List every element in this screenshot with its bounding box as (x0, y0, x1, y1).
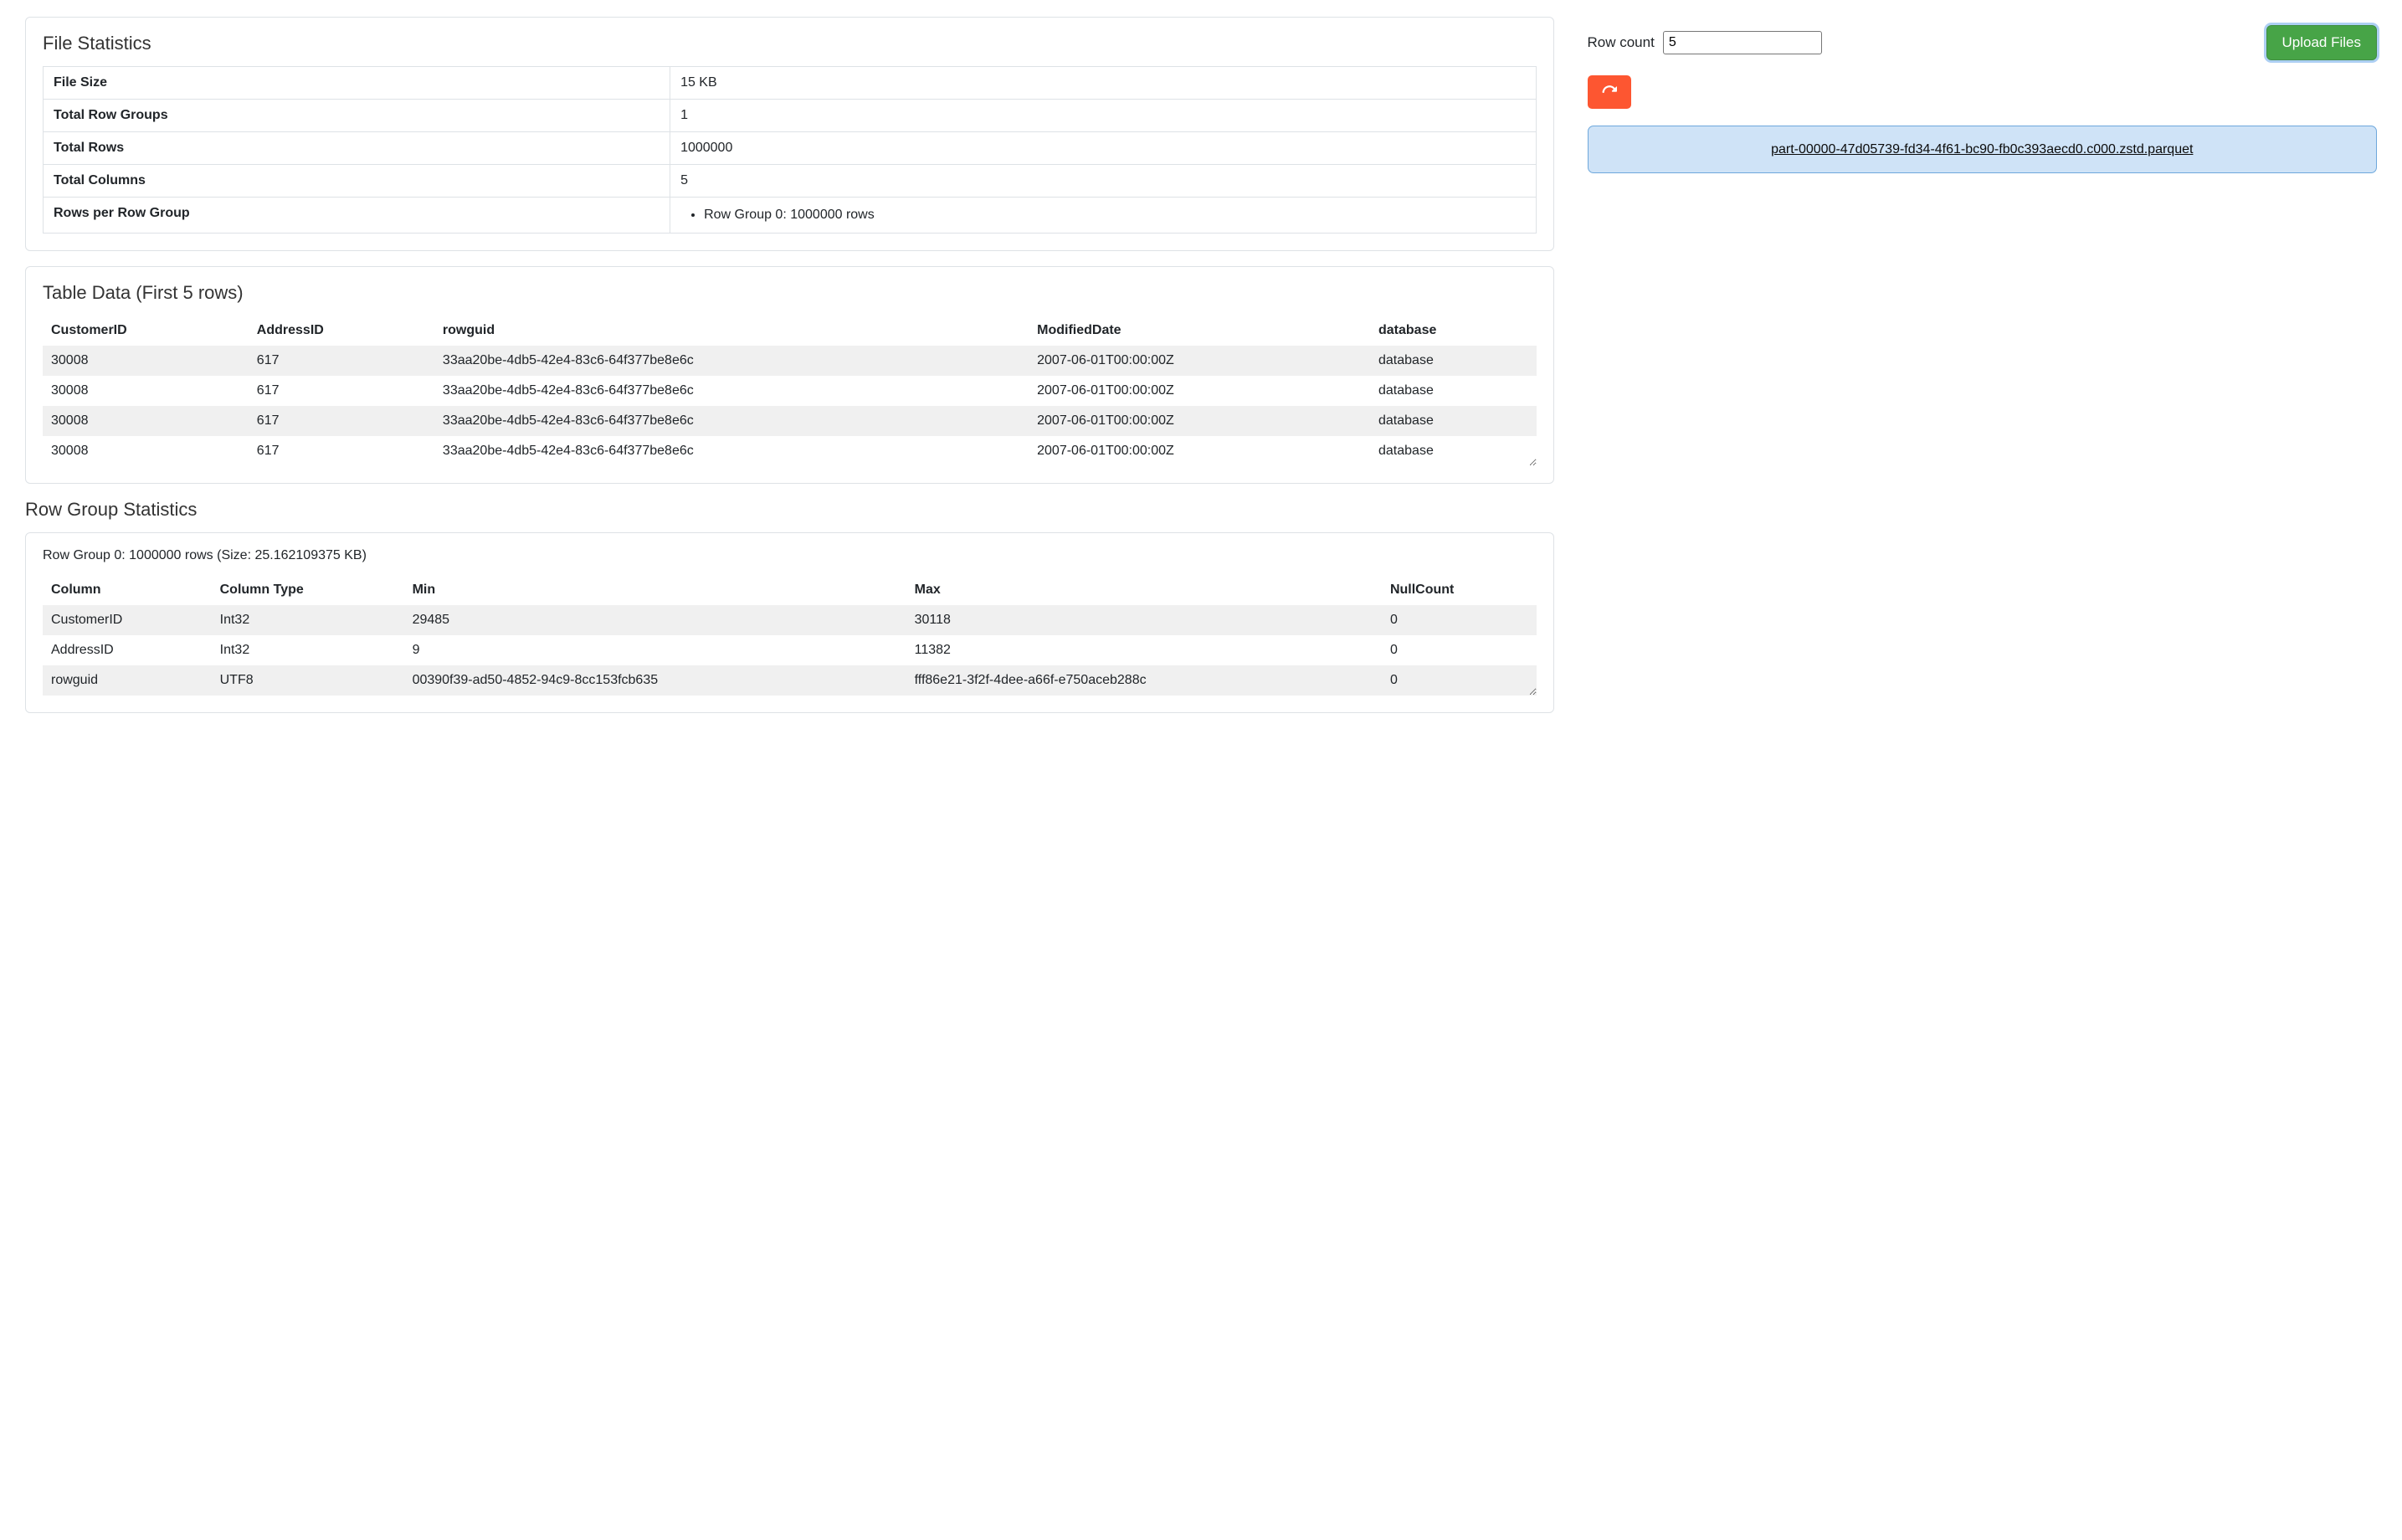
row-count-label: Row count (1588, 34, 1655, 51)
table-header: Max (906, 575, 1382, 605)
table-cell: Int32 (212, 635, 404, 665)
table-row: 30008 617 33aa20be-4db5-42e4-83c6-64f377… (43, 346, 1537, 376)
table-header: database (1370, 316, 1537, 346)
table-cell: 33aa20be-4db5-42e4-83c6-64f377be8e6c (434, 406, 1029, 436)
table-cell: database (1370, 376, 1537, 406)
table-header: ModifiedDate (1029, 316, 1370, 346)
table-cell: database (1370, 406, 1537, 436)
row-count-input[interactable] (1663, 31, 1822, 54)
table-row: 30008 617 33aa20be-4db5-42e4-83c6-64f377… (43, 376, 1537, 406)
table-cell: 2007-06-01T00:00:00Z (1029, 346, 1370, 376)
table-data-scroll[interactable]: CustomerID AddressID rowguid ModifiedDat… (43, 316, 1537, 466)
table-cell: 30118 (906, 605, 1382, 635)
file-stat-value: 15 KB (670, 67, 1536, 100)
table-cell: fff86e21-3f2f-4dee-a66f-e750aceb288c (906, 665, 1382, 696)
table-row: 30008 617 33aa20be-4db5-42e4-83c6-64f377… (43, 406, 1537, 436)
table-cell: UTF8 (212, 665, 404, 696)
table-data-table: CustomerID AddressID rowguid ModifiedDat… (43, 316, 1537, 466)
table-cell: 0 (1382, 665, 1537, 696)
row-group-stats-title: Row Group Statistics (25, 499, 1554, 521)
row-group-stats-scroll[interactable]: Column Column Type Min Max NullCount Cus… (43, 575, 1537, 696)
table-cell: 617 (249, 376, 434, 406)
table-row: rowguid UTF8 00390f39-ad50-4852-94c9-8cc… (43, 665, 1537, 696)
file-stat-value: 1 (670, 100, 1536, 132)
file-stat-label: Total Rows (44, 132, 670, 165)
table-header: NullCount (1382, 575, 1537, 605)
table-cell: 2007-06-01T00:00:00Z (1029, 376, 1370, 406)
table-cell: 2007-06-01T00:00:00Z (1029, 406, 1370, 436)
redo-button[interactable] (1588, 75, 1631, 109)
table-cell: 33aa20be-4db5-42e4-83c6-64f377be8e6c (434, 346, 1029, 376)
table-cell: 0 (1382, 605, 1537, 635)
file-stat-value: 5 (670, 165, 1536, 198)
file-statistics-card: File Statistics File Size 15 KB Total Ro… (25, 17, 1554, 251)
file-statistics-table: File Size 15 KB Total Row Groups 1 Total… (43, 66, 1537, 234)
table-cell: CustomerID (43, 605, 212, 635)
file-stat-row-groups-cell: Row Group 0: 1000000 rows (670, 198, 1536, 234)
table-header: Column Type (212, 575, 404, 605)
table-cell: database (1370, 436, 1537, 466)
table-cell: 617 (249, 406, 434, 436)
table-cell: 2007-06-01T00:00:00Z (1029, 436, 1370, 466)
table-cell: 617 (249, 436, 434, 466)
row-group-stats-card: Row Group 0: 1000000 rows (Size: 25.1621… (25, 532, 1554, 713)
file-alert: part-00000-47d05739-fd34-4f61-bc90-fb0c3… (1588, 126, 2378, 173)
row-group-header-text: Row Group 0: 1000000 rows (Size: 25.1621… (43, 548, 1537, 563)
table-row: 30008 617 33aa20be-4db5-42e4-83c6-64f377… (43, 436, 1537, 466)
file-statistics-title: File Statistics (43, 33, 1537, 54)
redo-icon (1602, 84, 1617, 101)
table-data-title: Table Data (First 5 rows) (43, 282, 1537, 304)
table-cell: 33aa20be-4db5-42e4-83c6-64f377be8e6c (434, 376, 1029, 406)
table-cell: database (1370, 346, 1537, 376)
table-row: CustomerID Int32 29485 30118 0 (43, 605, 1537, 635)
table-cell: 9 (404, 635, 906, 665)
table-cell: 30008 (43, 436, 249, 466)
file-stat-label: Total Columns (44, 165, 670, 198)
row-group-stats-table: Column Column Type Min Max NullCount Cus… (43, 575, 1537, 696)
table-header: rowguid (434, 316, 1029, 346)
table-header: AddressID (249, 316, 434, 346)
table-header: Min (404, 575, 906, 605)
table-cell: 00390f39-ad50-4852-94c9-8cc153fcb635 (404, 665, 906, 696)
table-cell: 0 (1382, 635, 1537, 665)
table-cell: 30008 (43, 376, 249, 406)
row-group-item: Row Group 0: 1000000 rows (704, 208, 1525, 223)
table-cell: 33aa20be-4db5-42e4-83c6-64f377be8e6c (434, 436, 1029, 466)
table-header: Column (43, 575, 212, 605)
table-cell: 29485 (404, 605, 906, 635)
file-link[interactable]: part-00000-47d05739-fd34-4f61-bc90-fb0c3… (1771, 142, 2193, 157)
table-cell: 11382 (906, 635, 1382, 665)
upload-files-button[interactable]: Upload Files (2266, 25, 2378, 60)
table-cell: 30008 (43, 406, 249, 436)
table-cell: rowguid (43, 665, 212, 696)
file-stat-label: Rows per Row Group (44, 198, 670, 234)
table-cell: AddressID (43, 635, 212, 665)
table-cell: Int32 (212, 605, 404, 635)
file-stat-label: File Size (44, 67, 670, 100)
table-data-card: Table Data (First 5 rows) CustomerID Add… (25, 266, 1554, 484)
table-cell: 617 (249, 346, 434, 376)
table-header: CustomerID (43, 316, 249, 346)
file-stat-label: Total Row Groups (44, 100, 670, 132)
table-row: AddressID Int32 9 11382 0 (43, 635, 1537, 665)
table-cell: 30008 (43, 346, 249, 376)
file-stat-value: 1000000 (670, 132, 1536, 165)
